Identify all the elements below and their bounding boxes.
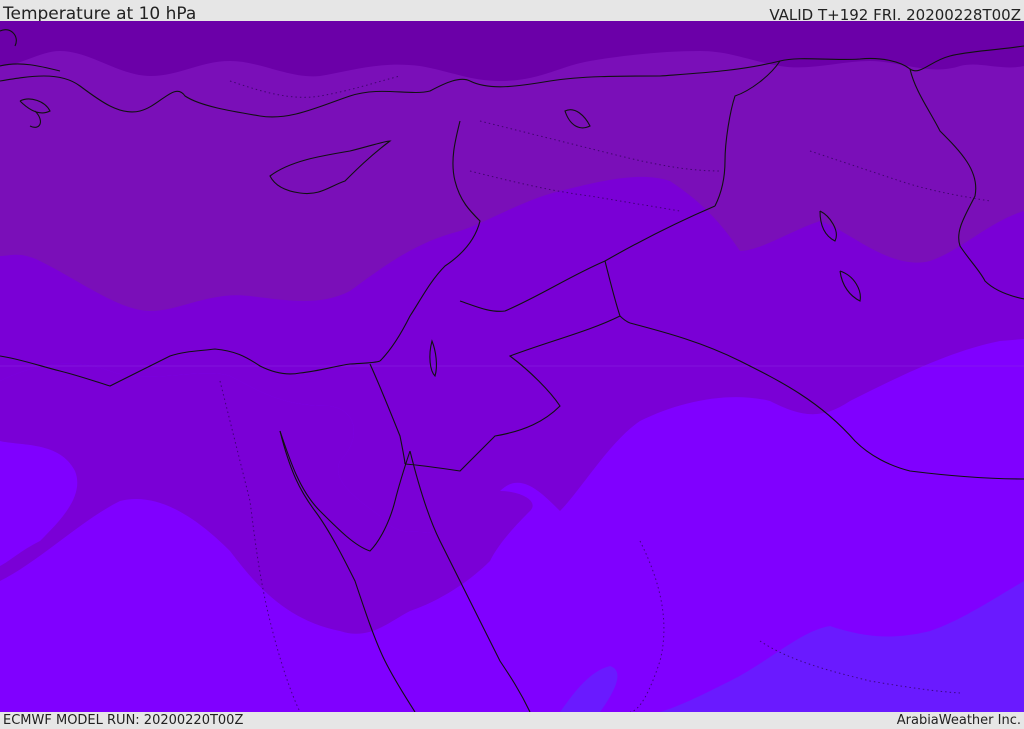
model-run-label: ECMWF MODEL RUN: 20200220T00Z [3, 713, 244, 728]
map-frame: Temperature at 10 hPa VALID T+192 FRI. 2… [0, 0, 1024, 729]
credit-label: ArabiaWeather Inc. [896, 713, 1021, 728]
map-svg [0, 21, 1024, 712]
temperature-map [0, 21, 1024, 712]
header-bar: Temperature at 10 hPa VALID T+192 FRI. 2… [0, 0, 1024, 24]
footer-bar: ECMWF MODEL RUN: 20200220T00Z ArabiaWeat… [0, 712, 1024, 729]
